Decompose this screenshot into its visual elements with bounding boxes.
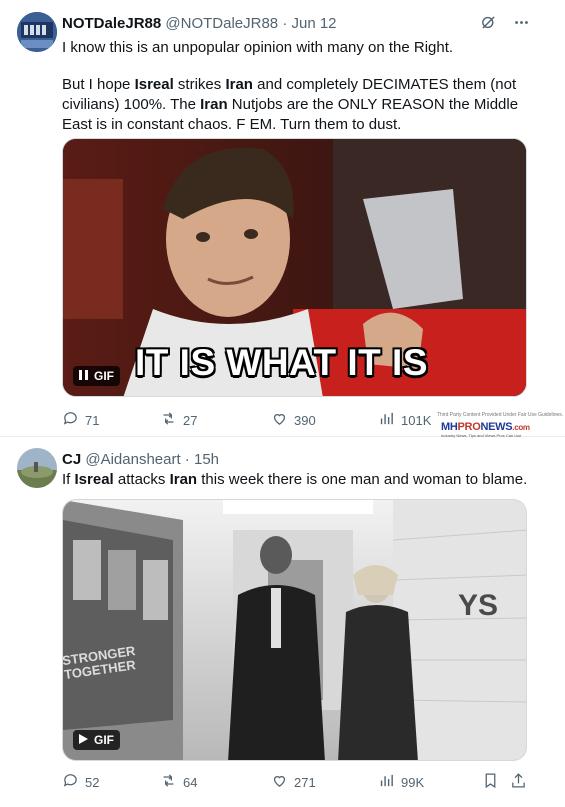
mhpronews-logo: MHPRONEWS.com bbox=[441, 421, 530, 433]
svg-text:YS: YS bbox=[458, 589, 498, 622]
tweet2-text-segment: Iran bbox=[169, 471, 198, 488]
gif-media-2[interactable]: YS STRONGER TOGETHER GIF bbox=[62, 499, 527, 761]
tweet2-text-segment: attacks bbox=[113, 471, 170, 488]
tweet1-text-segment: strikes bbox=[173, 76, 226, 93]
tweet2-header: CJ @Aidansheart · 15h bbox=[62, 451, 219, 468]
reply-button[interactable]: 71 bbox=[62, 410, 99, 430]
reply-icon bbox=[62, 772, 79, 792]
tweet2-text-segment: If bbox=[62, 471, 75, 488]
views-button[interactable]: 101K bbox=[378, 410, 431, 430]
tweet2-actions: 52 64 271 99K bbox=[62, 768, 542, 792]
gif-label: GIF bbox=[94, 369, 114, 383]
tweet-header: NOTDaleJR88 @NOTDaleJR88 · Jun 12 bbox=[62, 15, 337, 32]
repost-button[interactable]: 27 bbox=[160, 410, 197, 430]
gif-caption: IT IS WHAT IT IS bbox=[135, 342, 429, 383]
tweet-text-line1: I know this is an unpopular opinion with… bbox=[62, 39, 454, 56]
repost-icon bbox=[160, 410, 177, 430]
gif-badge-2[interactable]: GIF bbox=[73, 730, 120, 750]
gif-media[interactable]: GIF IT IS WHAT IT IS bbox=[62, 138, 527, 397]
grok-icon[interactable] bbox=[480, 14, 497, 36]
repost-count-2: 64 bbox=[183, 774, 198, 790]
views-count: 101K bbox=[401, 412, 432, 428]
tweet1-text-segment: Iran bbox=[200, 96, 228, 113]
display-name[interactable]: NOTDaleJR88 bbox=[62, 15, 161, 32]
avatar-cj[interactable] bbox=[17, 448, 57, 488]
views-icon bbox=[378, 772, 395, 792]
handle-and-date-cj[interactable]: @Aidansheart · 15h bbox=[85, 451, 219, 468]
repost-button-2[interactable]: 64 bbox=[160, 772, 197, 792]
bookmark-icon bbox=[482, 772, 499, 792]
repost-count: 27 bbox=[183, 412, 198, 428]
like-button-2[interactable]: 271 bbox=[271, 772, 316, 792]
reply-icon bbox=[62, 410, 79, 430]
gif-badge[interactable]: GIF bbox=[73, 366, 120, 386]
views-count-2: 99K bbox=[401, 774, 425, 790]
share-icon bbox=[510, 772, 527, 792]
views-icon bbox=[378, 410, 395, 430]
views-button-2[interactable]: 99K bbox=[378, 772, 424, 792]
play-icon bbox=[79, 733, 88, 747]
like-icon bbox=[271, 772, 288, 792]
fair-use-notice: Third Party Content Provided Under Fair … bbox=[437, 412, 564, 418]
reply-button-2[interactable]: 52 bbox=[62, 772, 99, 792]
gif-frame-2: YS bbox=[63, 500, 526, 760]
tweet2-text-segment: Isreal bbox=[74, 471, 114, 488]
like-icon bbox=[271, 410, 288, 430]
repost-icon bbox=[160, 772, 177, 792]
watermark-tagline: Industry News, Tips and Views Pros Can U… bbox=[441, 433, 522, 438]
more-icon[interactable] bbox=[513, 14, 530, 36]
avatar[interactable] bbox=[17, 12, 57, 52]
handle-and-date[interactable]: @NOTDaleJR88 · Jun 12 bbox=[165, 15, 336, 32]
gif-label-2: GIF bbox=[94, 733, 114, 747]
mhpronews-watermark: Third Party Content Provided Under Fair … bbox=[437, 412, 564, 444]
like-count: 390 bbox=[294, 412, 316, 428]
tweet-1[interactable]: NOTDaleJR88 @NOTDaleJR88 · Jun 12 I know… bbox=[0, 0, 565, 437]
like-count-2: 271 bbox=[294, 774, 316, 790]
tweet2-text-segment: this week there is one man and woman to … bbox=[197, 471, 528, 488]
reply-count-2: 52 bbox=[85, 774, 100, 790]
display-name-cj[interactable]: CJ bbox=[62, 451, 81, 468]
like-button[interactable]: 390 bbox=[271, 410, 316, 430]
tweet1-text-segment: Iran bbox=[225, 76, 253, 93]
tweet1-text-segment: Isreal bbox=[134, 76, 174, 93]
share-button[interactable] bbox=[510, 772, 527, 792]
bookmark-button[interactable] bbox=[482, 772, 499, 792]
tweet2-text: If Isreal attacks Iran this week there i… bbox=[62, 470, 532, 490]
pause-icon bbox=[79, 369, 88, 383]
tweet1-text-segment: But I hope bbox=[62, 76, 135, 93]
tweet-text-paragraph2: But I hope Isreal strikes Iran and compl… bbox=[62, 75, 532, 135]
tweet-top-icons bbox=[480, 14, 530, 36]
reply-count: 71 bbox=[85, 412, 100, 428]
